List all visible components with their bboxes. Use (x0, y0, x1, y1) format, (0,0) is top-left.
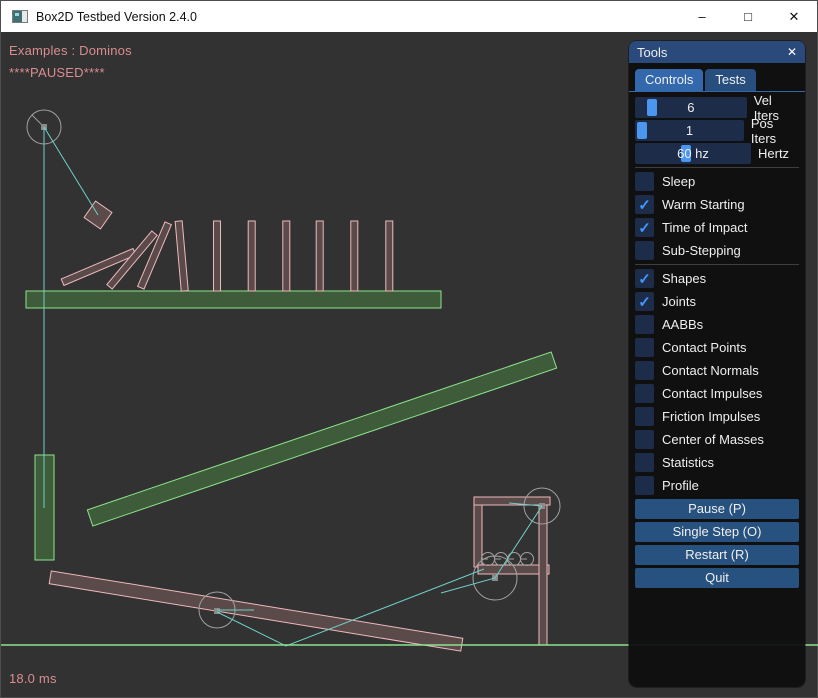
tab-tests[interactable]: Tests (705, 69, 755, 91)
paused-status-label: ****PAUSED**** (9, 65, 105, 80)
check-mark-icon: ✓ (638, 219, 651, 237)
tools-panel-title: Tools (637, 45, 667, 60)
slider-value-hertz: 60 hz (635, 143, 751, 164)
shelf-platform (26, 291, 441, 308)
checkbox-label-friction-impulses: Friction Impulses (662, 409, 760, 424)
checkbox-contact-points[interactable] (635, 338, 654, 357)
pause-p-button[interactable]: Pause (P) (635, 499, 799, 519)
checkbox-row-sleep: Sleep (635, 171, 799, 192)
checkbox-row-aabbs: AABBs (635, 314, 799, 335)
checkbox-row-warm-starting: ✓ Warm Starting (635, 194, 799, 215)
maximize-button[interactable]: □ (725, 1, 771, 32)
checkbox-row-center-of-masses: Center of Masses (635, 429, 799, 450)
checkbox-row-joints: ✓ Joints (635, 291, 799, 312)
checkbox-row-shapes: ✓ Shapes (635, 268, 799, 289)
checkbox-sub-stepping[interactable] (635, 241, 654, 260)
fallen-dominoes (61, 222, 171, 289)
checkbox-label-time-of-impact: Time of Impact (662, 220, 747, 235)
checkbox-shapes[interactable]: ✓ (635, 269, 654, 288)
checkbox-label-contact-impulses: Contact Impulses (662, 386, 762, 401)
checkbox-row-contact-points: Contact Points (635, 337, 799, 358)
checkbox-row-profile: Profile (635, 475, 799, 496)
checkbox-label-warm-starting: Warm Starting (662, 197, 745, 212)
restart-r-button[interactable]: Restart (R) (635, 545, 799, 565)
checkbox-label-shapes: Shapes (662, 271, 706, 286)
check-mark-icon: ✓ (638, 293, 651, 311)
checkbox-row-contact-normals: Contact Normals (635, 360, 799, 381)
checkbox-profile[interactable] (635, 476, 654, 495)
checkbox-warm-starting[interactable]: ✓ (635, 195, 654, 214)
checkbox-label-aabbs: AABBs (662, 317, 703, 332)
minimize-button[interactable]: – (679, 1, 725, 32)
close-button[interactable]: ✕ (771, 1, 817, 32)
slider-label-pos-iters: Pos Iters (751, 116, 799, 146)
checkbox-aabbs[interactable] (635, 315, 654, 334)
checkbox-friction-impulses[interactable] (635, 407, 654, 426)
checkbox-statistics[interactable] (635, 453, 654, 472)
checkbox-row-time-of-impact: ✓ Time of Impact (635, 217, 799, 238)
checkbox-time-of-impact[interactable]: ✓ (635, 218, 654, 237)
checkbox-sleep[interactable] (635, 172, 654, 191)
checkbox-label-joints: Joints (662, 294, 696, 309)
checkbox-label-sleep: Sleep (662, 174, 695, 189)
panel-body: 6Vel Iters1Pos Iters60 hzHertzSleep✓Warm… (629, 92, 805, 588)
window-titlebar[interactable]: Box2D Testbed Version 2.4.0 – □ ✕ (1, 1, 817, 32)
slider-value-vel-iters: 6 (635, 97, 747, 118)
slider-vel-iters[interactable]: 6 (635, 97, 747, 118)
example-title-label: Examples : Dominos (9, 43, 132, 58)
quit-button[interactable]: Quit (635, 568, 799, 588)
tab-controls[interactable]: Controls (635, 69, 703, 91)
slider-row-pos-iters: 1Pos Iters (635, 120, 799, 141)
standing-dominoes (175, 221, 393, 291)
checkbox-label-profile: Profile (662, 478, 699, 493)
slider-row-hertz: 60 hz Hertz (635, 143, 799, 164)
checkbox-label-sub-stepping: Sub-Stepping (662, 243, 741, 258)
checkbox-joints[interactable]: ✓ (635, 292, 654, 311)
check-mark-icon: ✓ (638, 196, 651, 214)
seesaw-plank (49, 571, 463, 651)
checkbox-label-center-of-masses: Center of Masses (662, 432, 764, 447)
check-mark-icon: ✓ (638, 270, 651, 288)
slider-pos-iters[interactable]: 1 (635, 120, 744, 141)
separator (635, 167, 799, 168)
checkbox-row-sub-stepping: Sub-Stepping (635, 240, 799, 261)
checkbox-contact-impulses[interactable] (635, 384, 654, 403)
app-icon (12, 10, 28, 23)
cart-frame (474, 497, 550, 645)
slider-label-hertz: Hertz (758, 146, 789, 161)
separator (635, 264, 799, 265)
checkbox-row-statistics: Statistics (635, 452, 799, 473)
window-title: Box2D Testbed Version 2.4.0 (36, 10, 197, 24)
single-step-o-button[interactable]: Single Step (O) (635, 522, 799, 542)
checkbox-center-of-masses[interactable] (635, 430, 654, 449)
checkbox-row-contact-impulses: Contact Impulses (635, 383, 799, 404)
checkbox-contact-normals[interactable] (635, 361, 654, 380)
tools-panel: Tools ✕ ControlsTests 6Vel Iters1Pos Ite… (629, 41, 805, 687)
checkbox-label-contact-normals: Contact Normals (662, 363, 759, 378)
panel-tabs: ControlsTests (629, 63, 805, 92)
slider-value-pos-iters: 1 (635, 120, 744, 141)
slider-hertz[interactable]: 60 hz (635, 143, 751, 164)
frame-time-label: 18.0 ms (9, 671, 57, 686)
checkbox-label-statistics: Statistics (662, 455, 714, 470)
panel-close-icon[interactable]: ✕ (787, 46, 797, 58)
tools-panel-titlebar[interactable]: Tools ✕ (629, 41, 805, 63)
checkbox-row-friction-impulses: Friction Impulses (635, 406, 799, 427)
checkbox-label-contact-points: Contact Points (662, 340, 747, 355)
